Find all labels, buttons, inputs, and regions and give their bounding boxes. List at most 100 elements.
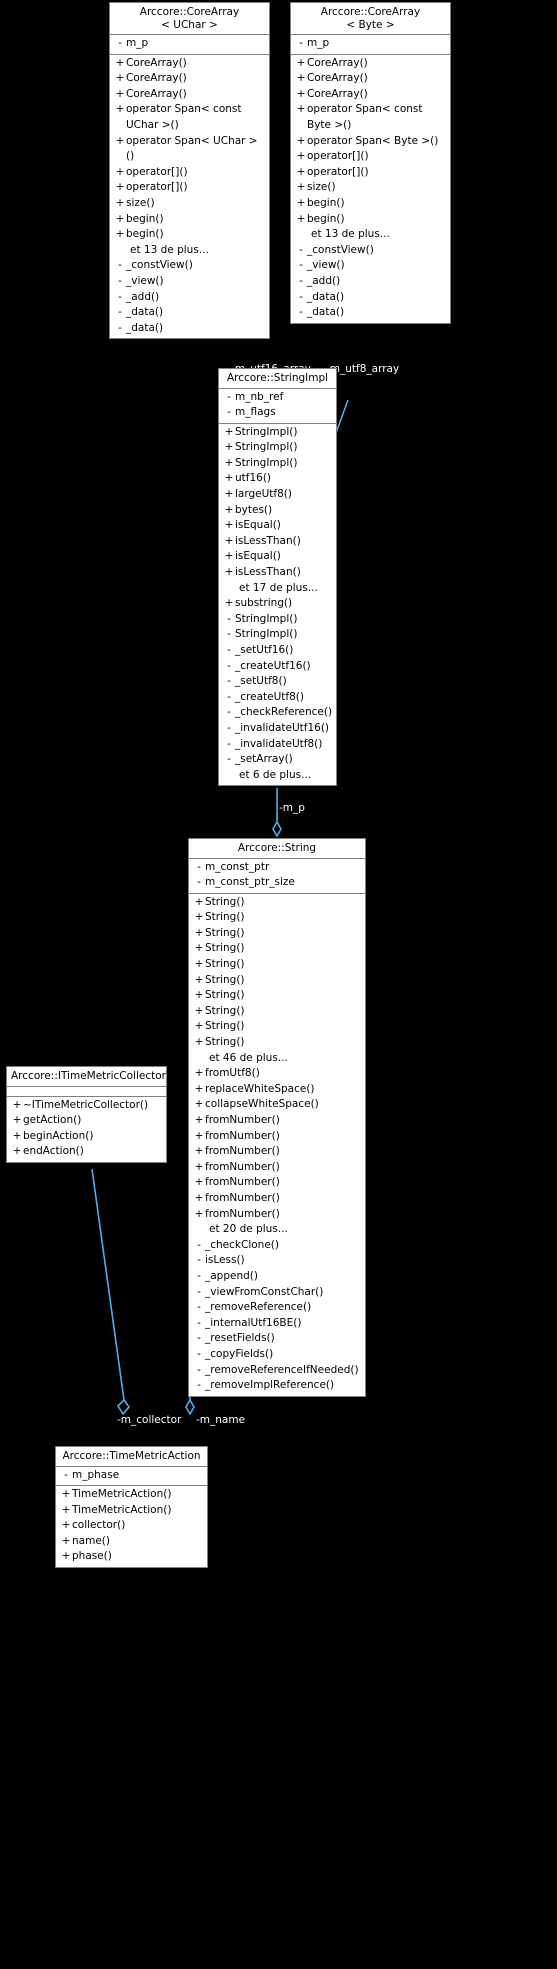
member-label: String()	[205, 895, 245, 908]
attributes-section: - m_p	[110, 35, 269, 54]
member-row: - m_const_ptr_size	[189, 875, 365, 891]
member-row: + endAction()	[7, 1144, 166, 1160]
member-label: _removeImplReference()	[205, 1379, 335, 1392]
visibility-marker: +	[12, 1114, 22, 1127]
member-row: + fromNumber()	[189, 1175, 365, 1191]
member-row: + CoreArray()	[110, 56, 269, 72]
member-row: + beginAction()	[7, 1129, 166, 1145]
visibility-marker: -	[227, 406, 231, 419]
visibility-marker: -	[227, 737, 231, 750]
member-label: CoreArray()	[307, 72, 368, 85]
member-label: m_const_ptr	[205, 860, 270, 873]
member-row: + fromNumber()	[189, 1207, 365, 1223]
visibility-marker: +	[194, 973, 204, 986]
visibility-marker: -	[197, 1379, 201, 1392]
member-label: _viewFromConstChar()	[205, 1285, 324, 1298]
member-row: + StringImpl()	[219, 440, 336, 456]
member-label: _constView()	[126, 259, 193, 272]
member-row: + CoreArray()	[291, 87, 450, 103]
member-row: + bytes()	[219, 503, 336, 519]
member-row: - _append()	[189, 1269, 365, 1285]
class-box-time-metric-collector[interactable]: Arccore::ITimeMetricCollector + ~ITimeMet…	[6, 1066, 167, 1163]
member-row: - _removeReferenceIfNeeded()	[189, 1363, 365, 1379]
more-members-row: et 13 de plus...	[291, 227, 450, 243]
visibility-marker: +	[61, 1488, 71, 1501]
member-label: substring()	[235, 597, 293, 610]
member-label: _add()	[126, 290, 160, 303]
member-label: size()	[126, 196, 155, 209]
member-label: fromNumber()	[205, 1191, 280, 1204]
member-label: String()	[205, 1020, 245, 1033]
member-label: _removeReference()	[205, 1301, 312, 1314]
operations-section: + ~ITimeMetricCollector() + getAction() + beg…	[7, 1097, 166, 1162]
visibility-marker: +	[224, 534, 234, 547]
visibility-marker: -	[197, 1238, 201, 1251]
more-members-row: et 17 de plus...	[219, 581, 336, 597]
visibility-marker: -	[197, 1347, 201, 1360]
member-label: phase()	[72, 1550, 112, 1563]
member-row: - _removeImplReference()	[189, 1378, 365, 1394]
member-row: - _internalUtf16BE()	[189, 1316, 365, 1332]
member-label: isLess()	[205, 1254, 245, 1267]
member-row: - m_flags	[219, 405, 336, 421]
member-label: CoreArray()	[126, 72, 187, 85]
visibility-marker: +	[194, 1067, 204, 1080]
class-title-string-impl: Arccore::StringImpl	[219, 369, 336, 388]
member-label: beginAction()	[23, 1129, 94, 1142]
member-label: operator[]()	[307, 150, 369, 163]
member-label: String()	[205, 958, 245, 971]
member-label: operator Span< const Byte >()	[307, 103, 423, 131]
class-title-time-metric-collector: Arccore::ITimeMetricCollector	[7, 1067, 166, 1086]
visibility-marker: +	[224, 425, 234, 438]
member-row: - _add()	[110, 290, 269, 306]
diagram-canvas: -m_utf16_array -m_utf8_array -m_p -m_col…	[0, 0, 557, 1969]
member-row: + begin()	[291, 196, 450, 212]
member-row: + fromNumber()	[189, 1160, 365, 1176]
member-row: + isEqual()	[219, 549, 336, 565]
visibility-marker: +	[296, 150, 306, 163]
visibility-marker: +	[194, 958, 204, 971]
member-row: + isLessThan()	[219, 565, 336, 581]
member-label: replaceWhiteSpace()	[205, 1082, 315, 1095]
member-label: _constView()	[307, 243, 374, 256]
member-label: CoreArray()	[307, 56, 368, 69]
member-row: + operator Span< const UChar >()	[110, 102, 269, 133]
visibility-marker: +	[61, 1503, 71, 1516]
class-box-core-array-uchar[interactable]: Arccore::CoreArray < UChar > - m_p + CoreA…	[109, 2, 270, 340]
member-row: - m_nb_ref	[219, 390, 336, 406]
visibility-marker: -	[197, 1254, 201, 1267]
member-label: getAction()	[23, 1114, 82, 1127]
visibility-marker: +	[224, 441, 234, 454]
member-row: + collapseWhiteSpace()	[189, 1097, 365, 1113]
member-row: + String()	[189, 957, 365, 973]
visibility-marker: -	[227, 628, 231, 641]
class-box-string-impl[interactable]: Arccore::StringImpl - m_nb_ref - m_flags + S…	[218, 368, 337, 787]
visibility-marker: +	[61, 1519, 71, 1532]
member-label: operator Span< UChar >()	[126, 134, 258, 163]
member-row: + String()	[189, 941, 365, 957]
class-name: Arccore::CoreArray	[320, 6, 421, 18]
member-label: String()	[205, 911, 245, 924]
member-row: + StringImpl()	[219, 425, 336, 441]
member-label: name()	[72, 1534, 110, 1547]
visibility-marker: +	[12, 1129, 22, 1142]
class-box-time-metric-action[interactable]: Arccore::TimeMetricAction - m_phase + Time…	[55, 1446, 208, 1569]
class-title-core-array-uchar: Arccore::CoreArray < UChar >	[110, 3, 269, 34]
visibility-marker: +	[115, 103, 125, 116]
visibility-marker: +	[194, 1145, 204, 1158]
member-label: _checkReference()	[235, 706, 333, 719]
visibility-marker: +	[224, 519, 234, 532]
visibility-marker: -	[227, 706, 231, 719]
member-label: largeUtf8()	[235, 488, 292, 501]
member-label: begin()	[307, 196, 345, 209]
member-label: m_p	[307, 37, 330, 49]
member-row: - _setUtf16()	[219, 643, 336, 659]
member-label: begin()	[126, 212, 164, 225]
class-box-string[interactable]: Arccore::String - m_const_ptr - m_const_ptr…	[188, 838, 366, 1397]
member-label: StringImpl()	[235, 441, 298, 454]
visibility-marker: +	[194, 1160, 204, 1173]
class-box-core-array-byte[interactable]: Arccore::CoreArray < Byte > - m_p + CoreAr…	[290, 2, 451, 324]
member-row: + begin()	[110, 227, 269, 243]
operations-section: + CoreArray() + CoreArray() + CoreArray() + ope…	[291, 55, 450, 323]
member-label: et 6 de plus...	[239, 768, 312, 781]
